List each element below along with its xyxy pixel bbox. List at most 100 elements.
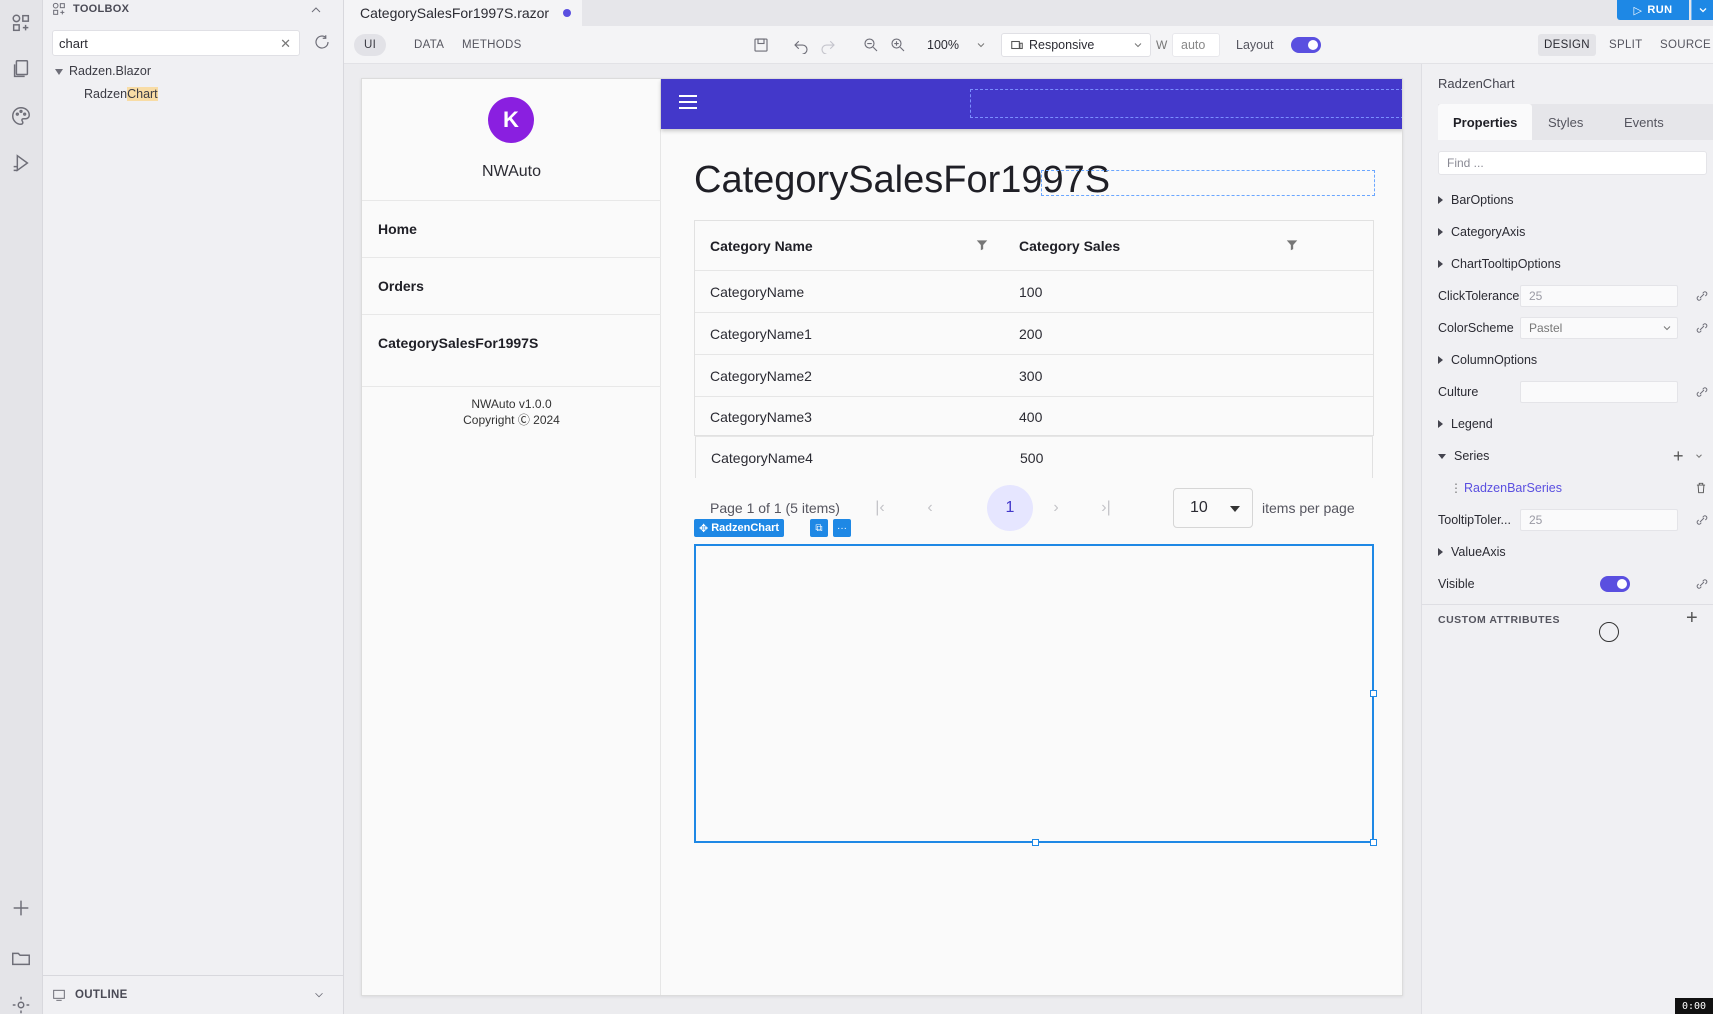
data-binding-icon[interactable] [1694,320,1710,336]
add-icon[interactable] [8,895,34,921]
culture-input[interactable] [1520,381,1678,403]
radzen-chart-placeholder[interactable] [694,544,1377,846]
tab-properties[interactable]: Properties [1438,104,1533,140]
data-binding-icon[interactable] [1694,384,1710,400]
series-item[interactable]: ⋮ RadzenBarSeries [1438,474,1708,502]
prop-chart-tooltip-options[interactable]: ChartTooltipOptions [1438,250,1708,278]
toolbox-title: TOOLBOX [73,3,130,15]
open-folder-icon[interactable] [8,945,34,971]
selected-component-tag[interactable]: ✥ RadzenChart [694,519,785,537]
prop-label: ValueAxis [1451,545,1506,559]
drag-handle-icon[interactable]: ⋮ [1450,481,1462,495]
table-row[interactable]: CategoryName1 200 [695,313,1373,355]
prop-series[interactable]: Series + [1438,442,1708,470]
chevron-down-icon[interactable] [312,988,326,1002]
run-options-chevron-icon[interactable] [1691,0,1713,20]
column-header[interactable]: Category Sales [1019,221,1120,270]
refresh-icon[interactable] [313,33,333,53]
files-icon[interactable] [8,56,34,82]
editor-toolbar: UI DATA METHODS 100% Responsive W auto L… [344,26,1713,64]
current-page-button[interactable]: 1 [987,485,1033,531]
outline-section[interactable]: OUTLINE [43,975,344,1014]
file-tab[interactable]: CategorySalesFor1997S.razor [344,0,582,26]
toolbox-panel: TOOLBOX ✕ Radzen.Blazor RadzenChart OUTL… [43,0,344,1014]
layout-toggle[interactable] [1291,37,1321,53]
tooltip-tolerance-input[interactable]: 25 [1520,509,1678,531]
table-row[interactable]: CategoryName3 400 [695,397,1373,437]
prop-tooltip-tolerance: TooltipToler... 25 [1438,506,1708,534]
width-input[interactable]: auto [1172,33,1220,57]
chevron-down-icon[interactable] [1694,451,1704,461]
data-binding-icon[interactable] [1694,288,1710,304]
tab-methods[interactable]: METHODS [452,34,532,56]
tab-data[interactable]: DATA [404,34,454,56]
run-debug-icon[interactable] [8,150,34,176]
palette-icon[interactable] [8,103,34,129]
data-binding-icon[interactable] [1694,512,1710,528]
prop-value-axis[interactable]: ValueAxis [1438,538,1708,566]
zoom-select[interactable]: 100% [919,33,991,57]
more-options-icon[interactable]: ··· [833,519,851,537]
table-row[interactable]: CategoryName 100 [695,271,1373,313]
tree-item-radzen-chart[interactable]: RadzenChart [84,87,158,101]
redo-icon[interactable] [819,36,837,55]
divider [1422,604,1713,605]
nav-item-orders[interactable]: Orders [362,257,661,314]
zoom-out-icon[interactable] [862,36,880,54]
add-series-icon[interactable]: + [1673,446,1684,467]
view-design[interactable]: DESIGN [1538,34,1596,56]
hamburger-menu-icon[interactable] [679,95,697,109]
prop-legend[interactable]: Legend [1438,410,1708,438]
data-binding-icon[interactable] [1694,576,1710,592]
table-row[interactable]: CategoryName2 300 [695,355,1373,397]
toolbox-header[interactable]: TOOLBOX [43,0,344,18]
tree-node-radzen-blazor[interactable]: Radzen.Blazor [55,64,151,78]
visible-toggle[interactable] [1600,576,1630,592]
zoom-in-icon[interactable] [889,36,907,54]
filter-icon[interactable] [1285,238,1299,252]
last-page-icon[interactable]: ›| [1094,496,1118,520]
tab-styles[interactable]: Styles [1533,104,1598,140]
title-drop-zone[interactable] [1041,170,1375,196]
select-parent-icon[interactable]: ⧉ [810,519,828,537]
click-tolerance-input[interactable]: 25 [1520,285,1678,307]
chevron-up-icon[interactable] [308,2,324,18]
view-split[interactable]: SPLIT [1603,34,1648,56]
property-find-input[interactable]: Find ... [1438,151,1707,175]
prop-category-axis[interactable]: CategoryAxis [1438,218,1708,246]
next-page-icon[interactable]: › [1044,496,1068,520]
nav-item-category-sales[interactable]: CategorySalesFor1997S [362,314,661,371]
color-scheme-select[interactable]: Pastel [1520,317,1678,339]
components-icon[interactable] [8,10,34,36]
tab-ui[interactable]: UI [354,34,387,56]
toolbox-search-input[interactable] [59,35,269,51]
save-icon[interactable] [752,36,770,54]
tab-events[interactable]: Events [1609,104,1679,140]
filter-icon[interactable] [975,238,989,252]
nav-item-home[interactable]: Home [362,200,661,257]
toolbox-search[interactable]: ✕ [52,30,300,56]
add-attribute-icon[interactable]: + [1686,607,1698,630]
play-icon: ▷ [1633,4,1643,17]
resize-handle-bottom[interactable] [1032,839,1039,846]
settings-icon[interactable] [8,992,34,1014]
table-row[interactable]: CategoryName4 500 [695,436,1373,478]
device-select[interactable]: Responsive [1001,33,1151,57]
trash-icon[interactable] [1694,481,1708,495]
undo-icon[interactable] [792,36,810,55]
page-size-select[interactable]: 10 [1173,488,1253,528]
clear-icon[interactable]: ✕ [280,36,291,52]
prop-column-options[interactable]: ColumnOptions [1438,346,1708,374]
resize-handle-corner[interactable] [1370,839,1377,846]
column-header[interactable]: Category Name [710,221,813,270]
prop-bar-options[interactable]: BarOptions [1438,186,1708,214]
run-button[interactable]: ▷ RUN [1617,0,1689,20]
app-sidebar: K NWAuto Home Orders CategorySalesFor199… [362,79,661,995]
view-source[interactable]: SOURCE [1654,34,1713,56]
prev-page-icon[interactable]: ‹ [918,496,942,520]
first-page-icon[interactable]: |‹ [868,496,892,520]
resize-handle-right[interactable] [1370,690,1377,697]
series-item-link[interactable]: RadzenBarSeries [1464,481,1562,495]
header-drop-zone[interactable] [970,89,1402,118]
zoom-value: 100% [927,38,959,52]
